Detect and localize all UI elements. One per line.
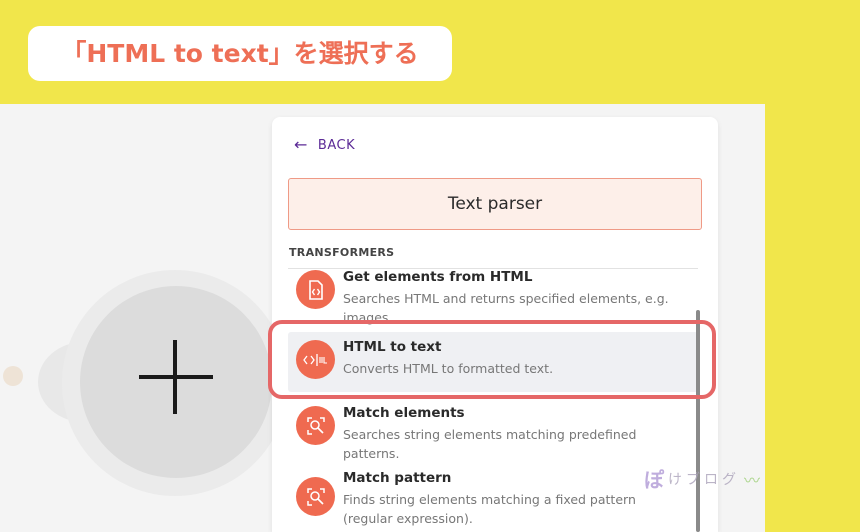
item-description: Finds string elements matching a fixed p…	[343, 492, 636, 526]
magnify-icon	[296, 406, 335, 445]
back-label: BACK	[317, 137, 356, 153]
squiggle-icon: 〰	[744, 470, 761, 490]
magnify-icon	[296, 477, 335, 516]
watermark-text: けブログ	[668, 471, 740, 488]
module-list: Get elements from HTML Searches HTML and…	[288, 268, 698, 532]
plus-icon	[139, 375, 213, 379]
app-title: Text parser	[447, 194, 543, 214]
list-item-match-elements[interactable]: Match elements Searches string elements …	[288, 398, 698, 461]
item-title: Match elements	[343, 405, 465, 421]
instruction-banner: 「HTML to text」を選択する	[28, 26, 452, 81]
item-title: Match pattern	[343, 470, 452, 486]
item-title: Get elements from HTML	[343, 269, 533, 285]
selection-highlight-frame	[268, 320, 716, 399]
back-button[interactable]: ← BACK	[294, 137, 355, 153]
list-item-match-pattern[interactable]: Match pattern Finds string elements matc…	[288, 463, 698, 526]
connector-dot	[3, 366, 23, 386]
watermark: ぽ けブログ 〰	[644, 464, 760, 493]
arrow-left-icon: ←	[294, 135, 308, 154]
item-description: Searches string elements matching predef…	[343, 427, 637, 461]
list-item-get-elements[interactable]: Get elements from HTML Searches HTML and…	[288, 268, 698, 325]
app-title-box: Text parser	[288, 178, 702, 230]
watermark-logo: ぽ	[644, 468, 664, 492]
section-label-transformers: TRANSFORMERS	[289, 246, 395, 259]
code-file-icon	[296, 270, 335, 309]
